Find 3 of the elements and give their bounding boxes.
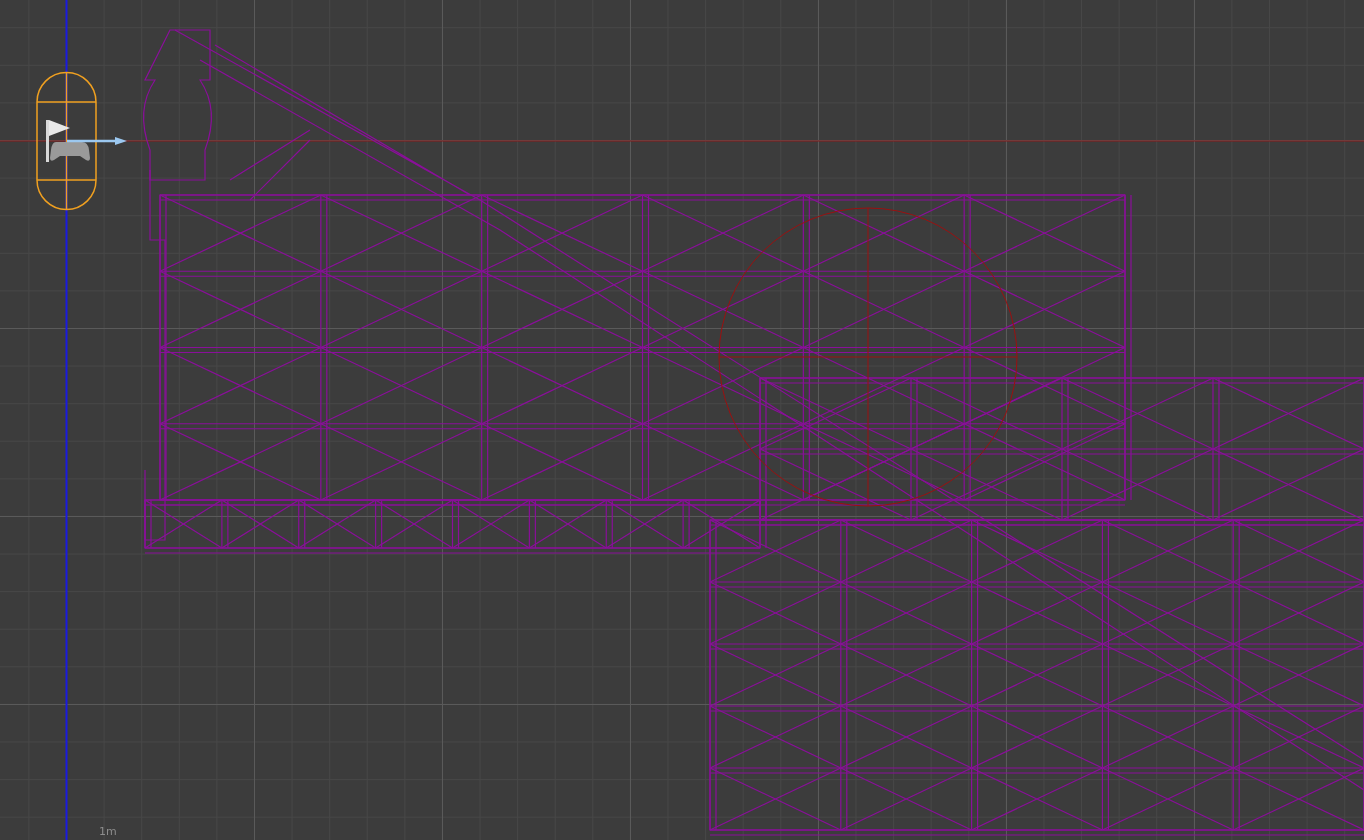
- player-start-icon: [46, 120, 90, 162]
- direction-arrow-icon: [67, 137, 127, 145]
- scale-label: 1m: [99, 825, 117, 838]
